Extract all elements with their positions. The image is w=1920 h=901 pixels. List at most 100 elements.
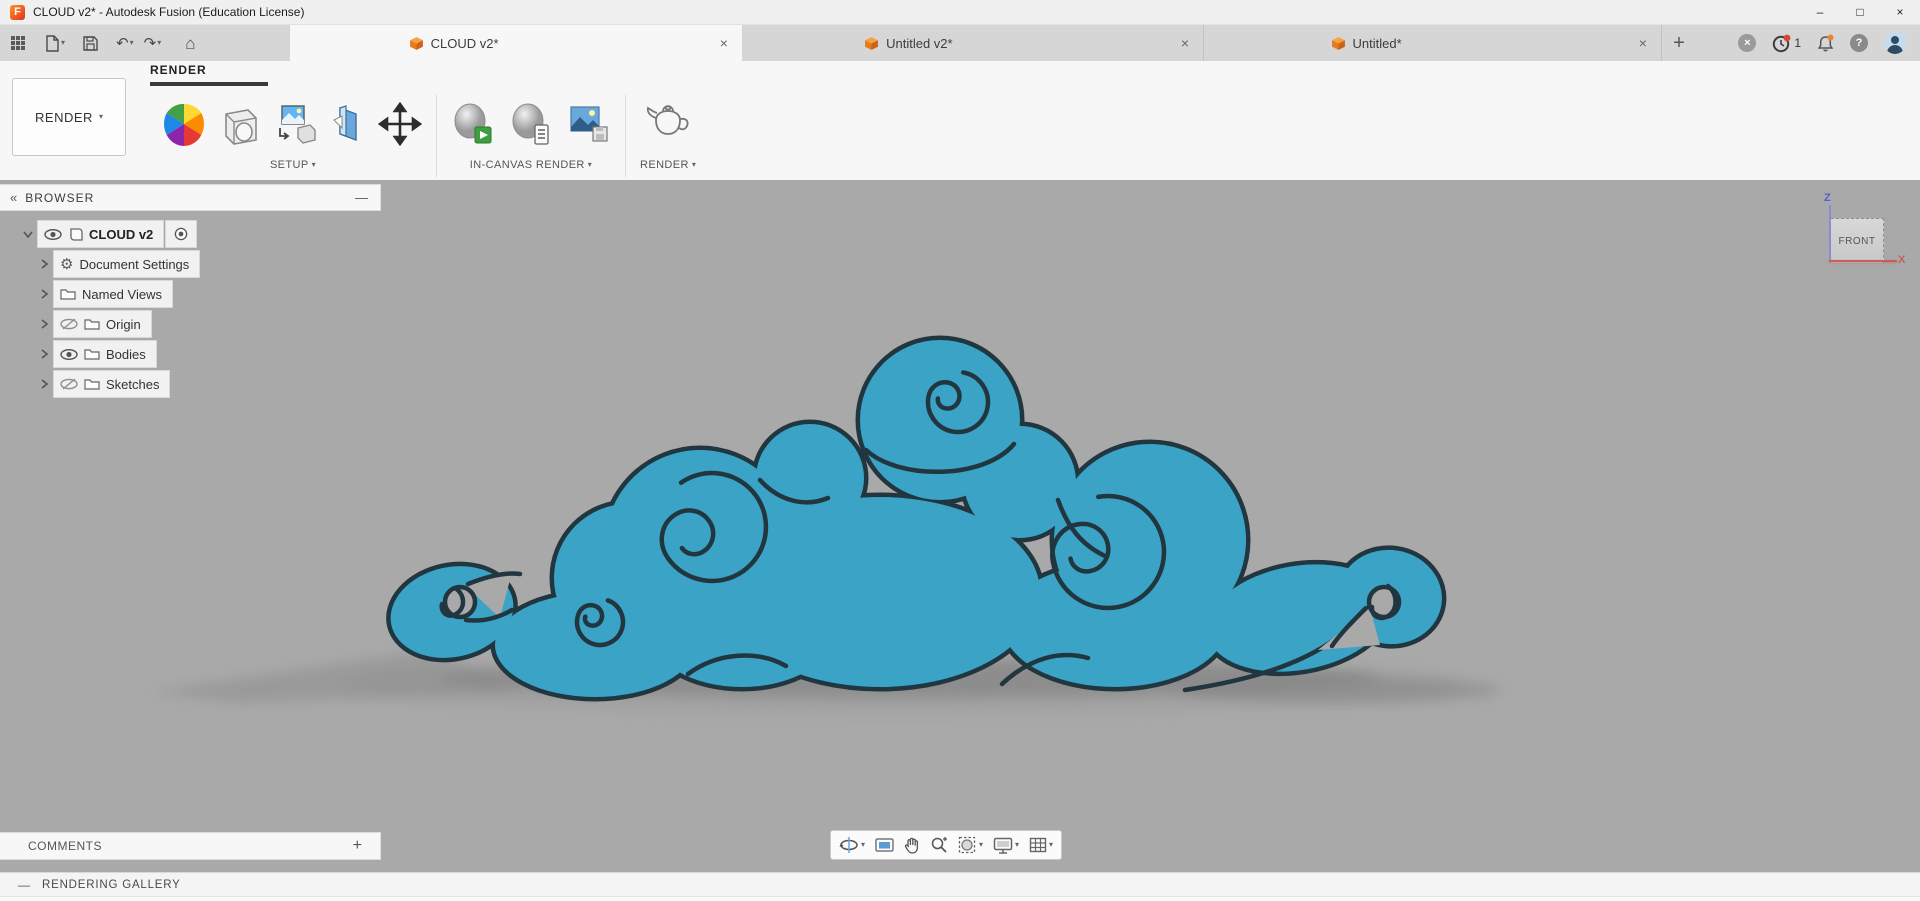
chevron-right-icon[interactable]	[36, 349, 52, 359]
texture-map-controls-icon[interactable]	[274, 102, 316, 146]
tab-close-icon[interactable]: ×	[1177, 35, 1193, 51]
fit-icon	[958, 836, 976, 854]
folder-icon	[84, 379, 100, 390]
view-cube[interactable]: Z FRONT X	[1822, 192, 1908, 280]
eye-icon[interactable]	[60, 348, 78, 360]
view-cube-front-face[interactable]: FRONT	[1831, 218, 1884, 263]
workspace-caret-icon: ▾	[98, 112, 103, 121]
chevron-down-icon[interactable]	[20, 231, 36, 238]
ribbon-group-setup: SETUP ▾	[150, 95, 436, 177]
navigation-toolbar: ▾ ▾ ▾ ▾	[830, 830, 1063, 860]
chevron-right-icon[interactable]	[36, 289, 52, 299]
in-canvas-caret-icon: ▾	[587, 160, 593, 169]
in-canvas-render-settings-icon[interactable]	[509, 101, 553, 147]
fusion-window: F CLOUD v2* - Autodesk Fusion (Education…	[0, 0, 1920, 901]
profile-button[interactable]	[1884, 32, 1906, 54]
tab-close-icon[interactable]: ×	[716, 35, 732, 51]
activate-radio-button[interactable]	[166, 221, 197, 247]
gallery-collapse-icon[interactable]: —	[18, 878, 30, 892]
group-label-in-canvas-render[interactable]: IN-CANVAS RENDER ▾	[470, 159, 592, 171]
layout-grid-button[interactable]: ▾	[1029, 837, 1053, 853]
render-teapot-icon[interactable]	[642, 102, 694, 146]
folder-icon	[84, 349, 100, 360]
zoom-button[interactable]	[930, 836, 948, 854]
tree-row-origin[interactable]: Origin	[36, 311, 151, 337]
folder-icon	[84, 319, 100, 330]
display-settings-button[interactable]: ▾	[993, 837, 1019, 854]
display-caret-icon: ▾	[1015, 840, 1020, 849]
tree-row-bodies[interactable]: Bodies	[36, 341, 156, 367]
tree-row-document-settings[interactable]: ⚙ Document Settings	[36, 251, 200, 277]
app-grid-icon[interactable]	[8, 34, 28, 52]
tree-row-sketches[interactable]: Sketches	[36, 371, 170, 397]
look-at-button[interactable]	[875, 837, 894, 853]
tab-close-icon[interactable]: ×	[1635, 35, 1651, 51]
chevron-right-icon[interactable]	[36, 379, 52, 389]
pan-button[interactable]	[904, 837, 920, 854]
document-cube-icon	[1331, 36, 1345, 50]
pan-hand-icon	[904, 837, 919, 854]
eye-off-icon[interactable]	[60, 378, 78, 390]
save-button[interactable]	[80, 34, 101, 53]
job-count: 1	[1794, 36, 1801, 50]
group-label-render[interactable]: RENDER ▾	[640, 159, 696, 171]
eye-icon[interactable]	[44, 228, 62, 240]
document-cube-icon	[865, 36, 879, 50]
undo-button[interactable]: ↶ ▾	[113, 34, 137, 53]
group-label-setup[interactable]: SETUP ▾	[270, 159, 316, 171]
minimize-button[interactable]: –	[1800, 0, 1840, 24]
orbit-button[interactable]: ▾	[839, 836, 865, 854]
file-menu-button[interactable]: ▾	[42, 33, 68, 54]
redo-button[interactable]: ↷ ▾	[141, 34, 165, 53]
help-icon: ?	[1850, 34, 1868, 52]
help-button[interactable]: ?	[1850, 34, 1868, 52]
tree-row-root[interactable]: CLOUD v2	[20, 221, 197, 247]
workspace-selector-button[interactable]: RENDER ▾	[12, 78, 126, 156]
close-button[interactable]: ×	[1880, 0, 1920, 24]
tree-row-label: Sketches	[106, 376, 160, 392]
tree-row-label: Bodies	[106, 346, 146, 362]
viewport-canvas[interactable]: « BROWSER — CLOUD v2 ⚙ Document Settings…	[0, 180, 1920, 872]
redo-caret-icon: ▾	[157, 38, 162, 47]
in-canvas-render-icon[interactable]	[451, 101, 495, 147]
browser-collapse-icon[interactable]: «	[10, 190, 17, 205]
tab-label: Untitled v2*	[886, 35, 953, 51]
display-settings-icon	[993, 837, 1013, 854]
fit-button[interactable]: ▾	[958, 836, 983, 854]
tree-row-named-views[interactable]: Named Views	[36, 281, 172, 307]
ribbon-tab-render[interactable]: RENDER	[150, 63, 268, 86]
maximize-button[interactable]: □	[1840, 0, 1880, 24]
setup-caret-icon: ▾	[311, 160, 317, 169]
notifications-button[interactable]	[1817, 34, 1834, 53]
browser-minimize-icon[interactable]: —	[355, 190, 368, 205]
undo-icon: ↶	[116, 34, 129, 52]
new-tab-button[interactable]: +	[1662, 25, 1696, 61]
browser-panel: « BROWSER — CLOUD v2 ⚙ Document Settings…	[0, 185, 400, 397]
scene-settings-icon[interactable]	[218, 102, 260, 146]
undo-caret-icon: ▾	[129, 38, 134, 47]
job-status-button[interactable]: 1	[1772, 34, 1801, 53]
cloud-model	[150, 180, 1500, 872]
tab-cloud-v2[interactable]: CLOUD v2* ×	[290, 25, 742, 61]
tree-root-label: CLOUD v2	[89, 226, 154, 242]
appearance-wheel-icon[interactable]	[164, 102, 204, 146]
home-button[interactable]: ⌂	[182, 33, 198, 54]
x-axis-line	[1829, 260, 1897, 262]
chevron-right-icon[interactable]	[36, 319, 52, 329]
capture-image-icon[interactable]	[567, 101, 611, 147]
move-icon[interactable]	[378, 102, 422, 146]
chevron-right-icon[interactable]	[36, 259, 52, 269]
tab-untitled-v2[interactable]: Untitled v2* ×	[742, 25, 1204, 61]
render-caret-icon: ▾	[691, 160, 697, 169]
rendering-gallery-bar[interactable]: — RENDERING GALLERY	[0, 872, 1920, 896]
comments-panel[interactable]: COMMENTS +	[0, 833, 380, 859]
extensions-button[interactable]: ×	[1738, 34, 1757, 52]
decal-icon[interactable]	[330, 102, 364, 146]
ribbon-group-in-canvas-render: IN-CANVAS RENDER ▾	[436, 95, 625, 177]
zoom-icon	[931, 837, 948, 853]
add-comment-button[interactable]: +	[353, 837, 362, 855]
radio-icon	[175, 227, 188, 241]
ribbon-tab-label: RENDER	[150, 63, 207, 77]
tab-untitled[interactable]: Untitled* ×	[1204, 25, 1662, 61]
eye-off-icon[interactable]	[60, 318, 78, 330]
